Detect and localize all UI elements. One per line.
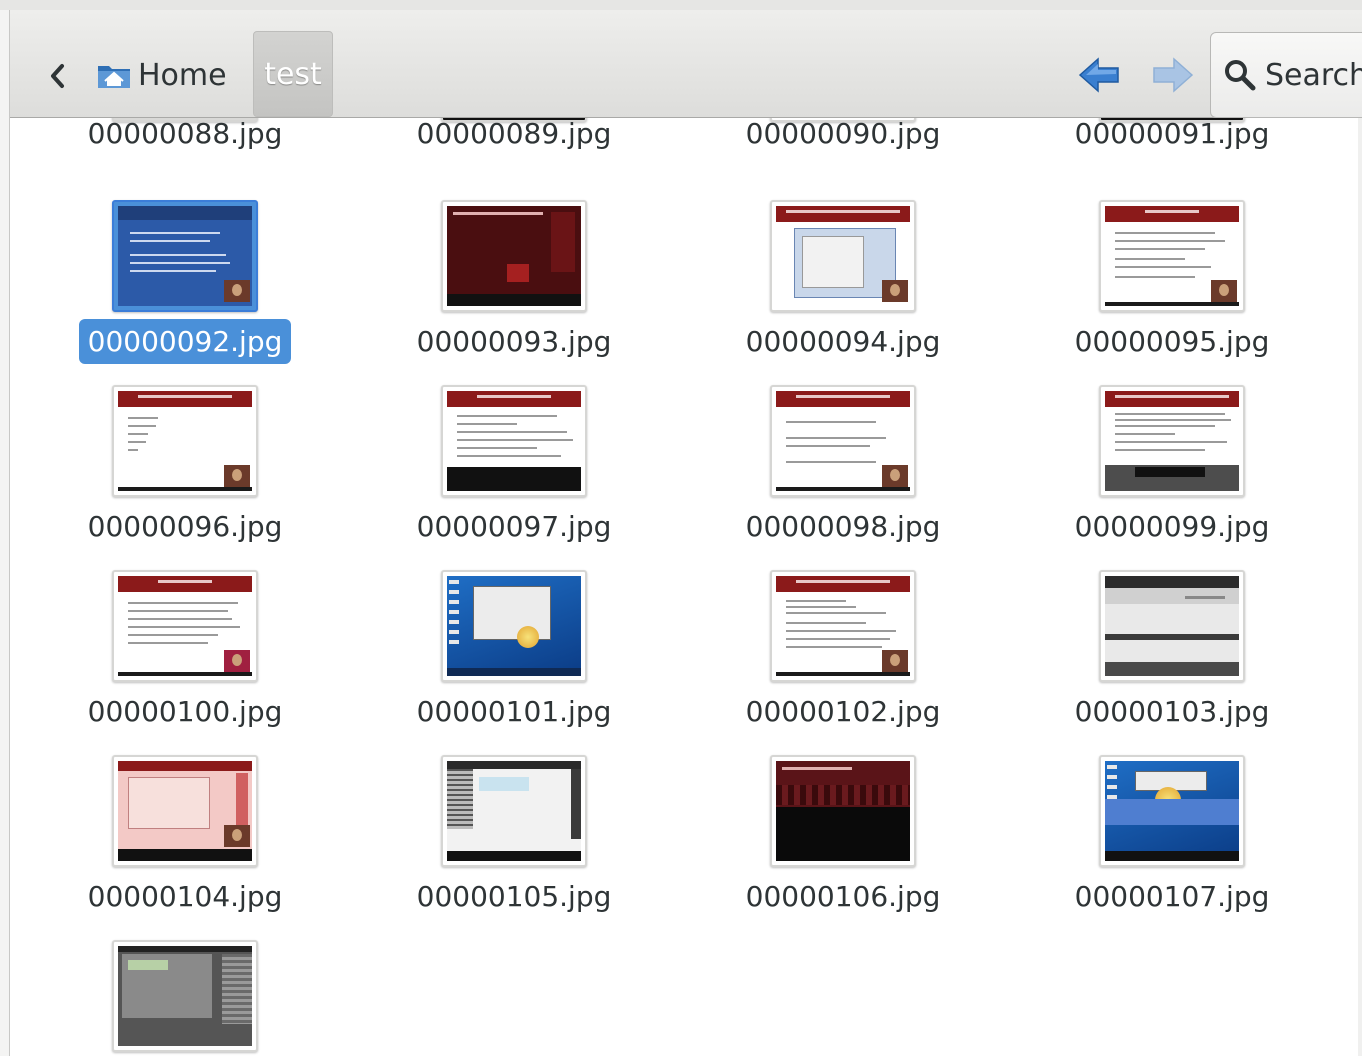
file-name: 00000105.jpg [416,880,612,913]
file-item[interactable]: 00000100.jpg [45,570,325,738]
file-item[interactable]: 00000093.jpg [374,200,654,368]
window-top-border [0,0,1362,10]
file-thumbnail [441,755,587,867]
file-name: 00000089.jpg [416,118,612,150]
file-name: 00000106.jpg [745,880,941,913]
file-thumbnail [770,385,916,497]
file-thumbnail [770,755,916,867]
file-grid: 00000088.jpg 00000089.jpg 00000090.jpg 0… [10,118,1358,1056]
file-item[interactable]: 00000091.jpg [1032,118,1312,158]
file-item[interactable]: 00000099.jpg [1032,385,1312,553]
file-name: 00000097.jpg [416,510,612,543]
file-name: 00000096.jpg [87,510,283,543]
file-name: 00000107.jpg [1074,880,1270,913]
magnifier-icon [1225,60,1256,91]
file-item[interactable]: 00000088.jpg [45,118,325,158]
file-item[interactable]: 00000105.jpg [374,755,654,923]
file-thumbnail [441,385,587,497]
window-left-edge [0,10,10,1056]
file-item[interactable]: 00000097.jpg [374,385,654,553]
file-item[interactable]: 00000098.jpg [703,385,983,553]
file-thumbnail [112,570,258,682]
file-item[interactable]: 00000090.jpg [703,118,983,158]
file-item[interactable]: 00000089.jpg [374,118,654,158]
file-item[interactable]: 00000106.jpg [703,755,983,923]
file-item[interactable]: 00000101.jpg [374,570,654,738]
file-item-selected[interactable]: 00000092.jpg [45,200,325,368]
file-name: 00000101.jpg [416,695,612,728]
file-item[interactable] [45,940,325,1056]
file-item[interactable]: 00000103.jpg [1032,570,1312,738]
breadcrumb-current-folder[interactable]: test [253,31,333,117]
window-right-edge [1358,118,1362,1056]
file-thumbnail [112,200,258,312]
file-thumbnail [1099,755,1245,867]
file-thumbnail [441,570,587,682]
file-thumbnail [112,385,258,497]
breadcrumb-current-label: test [264,56,322,92]
file-name: 00000104.jpg [87,880,283,913]
file-item[interactable]: 00000104.jpg [45,755,325,923]
header-bar: Home test Search [10,10,1362,118]
file-thumbnail [112,940,258,1052]
file-name: 00000088.jpg [87,118,283,150]
file-name: 00000092.jpg [45,319,325,364]
file-name: 00000099.jpg [1074,510,1270,543]
arrow-left-icon [1078,57,1119,93]
breadcrumb-home-label: Home [138,57,227,93]
file-thumbnail [1099,385,1245,497]
file-item[interactable]: 00000102.jpg [703,570,983,738]
file-item[interactable]: 00000095.jpg [1032,200,1312,368]
file-thumbnail [770,200,916,312]
file-item[interactable]: 00000096.jpg [45,385,325,553]
search-button[interactable]: Search [1210,32,1362,118]
file-name: 00000100.jpg [87,695,283,728]
file-name: 00000090.jpg [745,118,941,150]
file-name: 00000095.jpg [1074,325,1270,358]
file-name: 00000091.jpg [1074,118,1270,150]
file-name: 00000093.jpg [416,325,612,358]
file-thumbnail [1099,570,1245,682]
arrow-right-icon [1153,57,1194,93]
file-item[interactable]: 00000094.jpg [703,200,983,368]
file-thumbnail [112,755,258,867]
search-label: Search [1265,57,1362,93]
breadcrumb-home[interactable]: Home [96,50,227,100]
file-name: 00000103.jpg [1074,695,1270,728]
back-button[interactable] [40,54,74,98]
file-name: 00000098.jpg [745,510,941,543]
file-thumbnail [1099,200,1245,312]
file-thumbnail [770,570,916,682]
nav-forward-button[interactable] [1150,50,1194,100]
file-item[interactable]: 00000107.jpg [1032,755,1312,923]
nav-back-button[interactable] [1078,50,1122,100]
file-name: 00000094.jpg [745,325,941,358]
file-name: 00000102.jpg [745,695,941,728]
file-thumbnail [441,200,587,312]
home-folder-icon [98,66,130,88]
chevron-left-icon [51,64,64,88]
